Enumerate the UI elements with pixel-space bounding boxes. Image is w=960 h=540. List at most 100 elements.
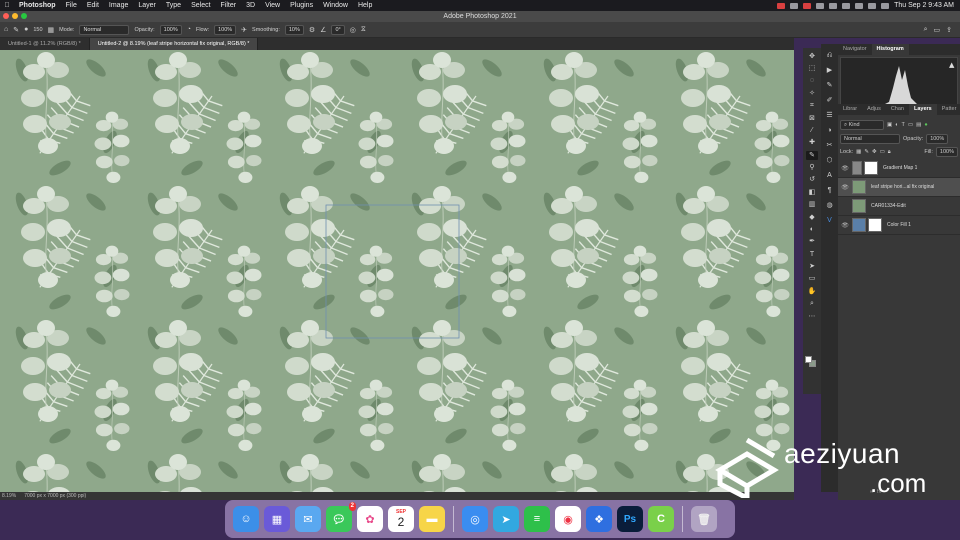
zoom-tool-icon[interactable]: ⌕ [806, 299, 818, 308]
more-tools-icon[interactable]: ⋯ [806, 312, 818, 321]
3d-panel-icon[interactable]: ⬡ [824, 156, 836, 165]
mail-icon[interactable]: ✉ [295, 506, 321, 532]
smoothing-settings-icon[interactable]: ⚙ [309, 26, 315, 34]
layer-mask-thumbnail[interactable] [868, 218, 882, 232]
layer-row[interactable]: 👁︎ Gradient Map 1 [838, 159, 960, 178]
lasso-tool-icon[interactable]: ◌ [806, 76, 818, 85]
minimize-window-button[interactable] [12, 13, 18, 19]
filter-smart-object-icon[interactable]: ▤ [916, 122, 921, 128]
battery-icon[interactable] [842, 2, 851, 9]
finder-icon[interactable]: ☺ [233, 506, 259, 532]
eye-icon[interactable]: 👁︎ [838, 184, 852, 191]
character-panel-icon[interactable]: A [824, 171, 836, 180]
layer-name[interactable]: Color Fill 1 [884, 222, 911, 228]
layer-thumbnail[interactable] [852, 180, 866, 194]
workspace-icon[interactable]: ▭ [934, 26, 941, 34]
clone-stamp-tool-icon[interactable]: ⚲ [806, 163, 818, 172]
tab-layers[interactable]: Layers [908, 104, 937, 115]
fill-input[interactable]: 100% [935, 147, 958, 157]
eye-icon[interactable]: 👁︎ [838, 165, 852, 172]
dodge-tool-icon[interactable]: ◐ [806, 225, 818, 234]
control-center-icon[interactable] [881, 2, 890, 9]
layer-color-thumbnail[interactable] [852, 218, 866, 232]
actions-panel-icon[interactable]: ▶ [824, 66, 836, 75]
chrome-icon[interactable]: ◉ [555, 506, 581, 532]
photoshop-icon[interactable]: Ps [617, 506, 643, 532]
filter-shape-icon[interactable]: ▭ [908, 122, 913, 128]
color-panel-icon[interactable]: ◍ [824, 201, 836, 210]
flow-input[interactable]: 100% [214, 24, 237, 35]
brushes-panel-icon[interactable]: ✎ [824, 81, 836, 90]
layer-name[interactable]: Gradient Map 1 [880, 165, 917, 171]
foreground-color-swatch[interactable] [805, 356, 812, 363]
properties-panel-icon[interactable]: ☰ [824, 111, 836, 120]
wifi-icon[interactable] [855, 2, 864, 9]
menu-type[interactable]: Type [161, 0, 186, 11]
menu-select[interactable]: Select [186, 0, 215, 11]
photos-icon[interactable]: ✿ [357, 506, 383, 532]
paragraph-panel-icon[interactable]: ¶ [824, 186, 836, 195]
symmetry-icon[interactable]: ⧖ [361, 26, 366, 34]
pressure-size-icon[interactable]: ◎ [350, 26, 356, 34]
apple-icon[interactable]:  [0, 2, 14, 9]
layer-row[interactable]: 👁︎ Color Fill 1 [838, 216, 960, 235]
home-icon[interactable]: ⌂ [4, 26, 8, 33]
layer-row[interactable]: CAR01334-Edit [838, 197, 960, 216]
notes-icon[interactable]: ▬ [419, 506, 445, 532]
eraser-tool-icon[interactable]: ◧ [806, 188, 818, 197]
brush-settings-panel-icon[interactable]: ✐ [824, 96, 836, 105]
lock-all-icon[interactable]: 🔒︎ [888, 149, 891, 156]
brush-tool-icon[interactable]: ✎ [13, 26, 19, 34]
trash-icon[interactable]: 🗑︎ [691, 506, 717, 532]
blur-tool-icon[interactable]: ◆ [806, 213, 818, 222]
frame-tool-icon[interactable]: ⊠ [806, 114, 818, 123]
dropbox-icon[interactable]: ❖ [586, 506, 612, 532]
filter-adjustment-icon[interactable]: ◐ [895, 122, 898, 128]
clone-source-panel-icon[interactable]: ✂ [824, 141, 836, 150]
telegram-icon[interactable]: ➤ [493, 506, 519, 532]
gradient-tool-icon[interactable]: ▥ [806, 200, 818, 209]
filter-type-icon[interactable]: T [902, 122, 905, 128]
lock-position-icon[interactable]: ✥ [872, 149, 877, 155]
layer-name[interactable]: CAR01334-Edit [868, 203, 906, 209]
launchpad-icon[interactable]: ▦ [264, 506, 290, 532]
pen-tool-icon[interactable]: ✒ [806, 237, 818, 246]
shape-tool-icon[interactable]: ▭ [806, 274, 818, 283]
pressure-opacity-icon[interactable]: ◔ [187, 26, 191, 33]
tab-histogram[interactable]: Histogram [871, 44, 909, 55]
spotify-icon[interactable]: ≡ [524, 506, 550, 532]
hand-tool-icon[interactable]: ✋ [806, 287, 818, 296]
history-brush-tool-icon[interactable]: ↺ [806, 175, 818, 184]
mode-select[interactable]: Normal [79, 24, 130, 35]
layer-row[interactable]: 👁︎ leaf stripe hori...al fix original [838, 178, 960, 197]
creative-cloud-icon[interactable] [803, 2, 812, 9]
history-panel-icon[interactable]: ⎌ [824, 51, 836, 60]
tab-untitled-1[interactable]: Untitled-1 @ 11.2% (RGB/8) * [0, 38, 90, 50]
document-canvas[interactable] [0, 50, 794, 492]
airbrush-icon[interactable]: ✈ [241, 26, 247, 34]
brush-preset-picker[interactable]: ● [24, 26, 28, 33]
filter-pixel-icon[interactable]: ▣ [887, 122, 892, 128]
tab-channels[interactable]: Chan [886, 104, 909, 115]
layer-thumbnail[interactable] [852, 199, 866, 213]
type-tool-icon[interactable]: T [806, 250, 818, 259]
menu-plugins[interactable]: Plugins [285, 0, 318, 11]
move-tool-icon[interactable]: ✥ [806, 52, 818, 61]
extension-panel-icon[interactable]: V [824, 216, 836, 225]
marquee-tool-icon[interactable]: ⬚ [806, 64, 818, 73]
menu-filter[interactable]: Filter [216, 0, 242, 11]
tab-navigator[interactable]: Navigator [838, 44, 872, 55]
filter-toggle-icon[interactable]: ● [924, 122, 927, 128]
menu-clock[interactable]: Thu Sep 2 9:43 AM [894, 2, 954, 9]
dropbox-tray-icon[interactable] [816, 2, 825, 9]
zoom-window-button[interactable] [21, 13, 27, 19]
safari-icon[interactable]: ◎ [462, 506, 488, 532]
crop-tool-icon[interactable]: ⌗ [806, 101, 818, 110]
menu-app-name[interactable]: Photoshop [14, 0, 61, 11]
search-icon[interactable] [868, 2, 877, 9]
cloud-icon[interactable] [790, 2, 799, 9]
tab-libraries[interactable]: Librar [838, 104, 862, 115]
smoothing-input[interactable]: 10% [284, 24, 304, 35]
menu-view[interactable]: View [260, 0, 285, 11]
menu-edit[interactable]: Edit [82, 0, 104, 11]
